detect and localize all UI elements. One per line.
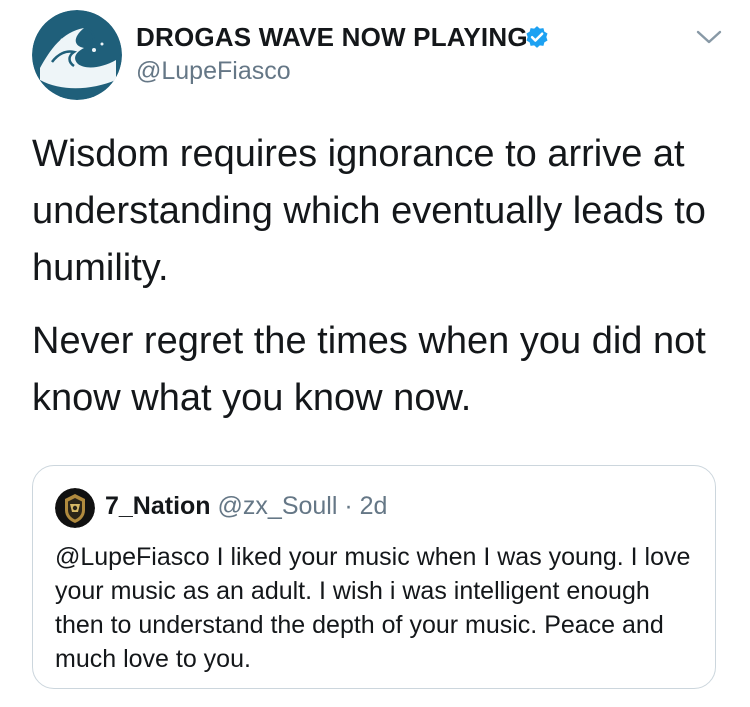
quoted-header: 7_Nation @zx_Soull · 2d [105, 492, 387, 521]
quoted-avatar[interactable] [55, 488, 95, 528]
separator-dot: · [344, 492, 353, 520]
display-name[interactable]: DROGAS WAVE NOW PLAYING [136, 22, 528, 53]
quoted-timestamp[interactable]: 2d [360, 492, 388, 520]
profile-avatar[interactable] [32, 10, 122, 100]
quoted-text: @LupeFiasco I liked your music when I wa… [55, 543, 691, 673]
verified-badge-icon [523, 23, 551, 51]
tweet-card: DROGAS WAVE NOW PLAYING @LupeFiasco Wisd… [0, 0, 750, 707]
chevron-down-icon[interactable] [694, 26, 724, 48]
tweet-paragraph: Wisdom requires ignorance to arrive at u… [32, 133, 706, 289]
quoted-display-name[interactable]: 7_Nation [105, 492, 211, 520]
quoted-handle[interactable]: @zx_Soull [218, 492, 338, 520]
tweet-paragraph: Never regret the times when you did not … [32, 320, 706, 419]
tweet-text: Wisdom requires ignorance to arrive at u… [32, 126, 732, 443]
user-handle[interactable]: @LupeFiasco [136, 57, 291, 86]
quoted-tweet[interactable]: 7_Nation @zx_Soull · 2d @LupeFiasco I li… [32, 465, 716, 689]
